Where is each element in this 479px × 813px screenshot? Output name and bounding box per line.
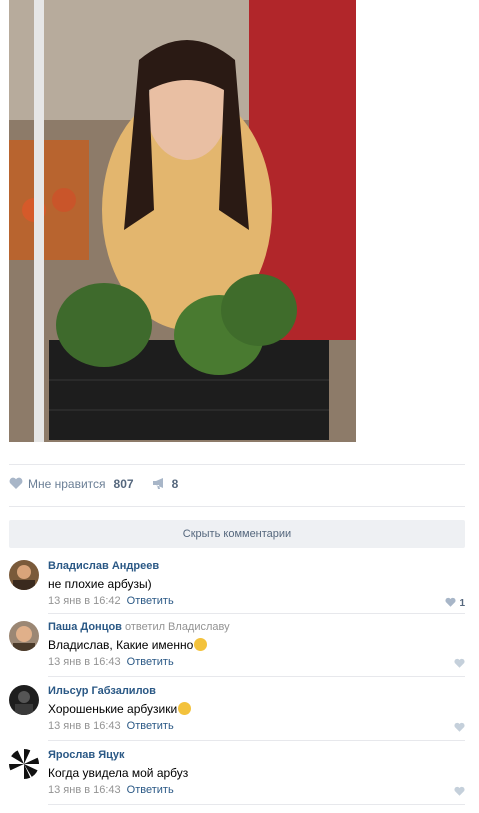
grinning-face-emoji-icon bbox=[178, 702, 192, 715]
comment-like-button[interactable] bbox=[454, 786, 465, 799]
like-label: Мне нравится bbox=[28, 477, 106, 491]
comment-text: не плохие арбузы) bbox=[48, 577, 152, 591]
avatar[interactable] bbox=[9, 685, 39, 715]
divider bbox=[48, 676, 465, 677]
post-photo[interactable] bbox=[9, 0, 356, 442]
heart-icon bbox=[454, 658, 465, 671]
comment-author[interactable]: Владислав Андреев bbox=[48, 560, 465, 573]
reply-link[interactable]: Ответить bbox=[127, 595, 174, 607]
heart-icon bbox=[454, 722, 465, 735]
repost-button[interactable]: 8 bbox=[152, 477, 179, 492]
reply-link[interactable]: Ответить bbox=[127, 784, 174, 796]
confused-face-emoji-icon bbox=[194, 638, 208, 651]
comment-like-count: 1 bbox=[459, 598, 465, 609]
divider bbox=[9, 464, 465, 465]
repost-count: 8 bbox=[171, 477, 179, 491]
heart-icon bbox=[454, 786, 465, 799]
divider bbox=[9, 506, 465, 507]
hide-comments-button[interactable]: Скрыть комментарии bbox=[9, 520, 465, 548]
reply-to-label[interactable]: ответил Владиславу bbox=[125, 621, 230, 633]
like-count: 807 bbox=[113, 477, 134, 491]
avatar[interactable] bbox=[9, 560, 39, 590]
reply-link[interactable]: Ответить bbox=[127, 656, 174, 668]
comment-like-button[interactable] bbox=[454, 722, 465, 735]
like-button[interactable]: Мне нравится 807 bbox=[9, 477, 134, 492]
comment-date[interactable]: 13 янв в 16:42 bbox=[48, 595, 121, 607]
avatar[interactable] bbox=[9, 749, 39, 779]
avatar[interactable] bbox=[9, 621, 39, 651]
comment-like-button[interactable]: 1 bbox=[445, 597, 465, 610]
comment-item: Владислав Андреев не плохие арбузы) 13 я… bbox=[9, 560, 465, 624]
post-actions: Мне нравится 807 8 bbox=[9, 474, 196, 494]
heart-icon bbox=[9, 477, 23, 492]
comment-text: Владислав, Какие именно bbox=[48, 638, 194, 652]
comment-author[interactable]: Ильсур Габзалилов bbox=[48, 685, 465, 698]
comment-author[interactable]: Паша Донцов bbox=[48, 621, 122, 633]
comment-date[interactable]: 13 янв в 16:43 bbox=[48, 720, 121, 732]
heart-icon bbox=[445, 597, 456, 610]
comment-date[interactable]: 13 янв в 16:43 bbox=[48, 656, 121, 668]
divider bbox=[48, 804, 465, 805]
reply-link[interactable]: Ответить bbox=[127, 720, 174, 732]
comment-text: Хорошенькие арбузики bbox=[48, 702, 178, 716]
divider bbox=[48, 613, 465, 614]
megaphone-icon bbox=[152, 477, 166, 492]
divider bbox=[48, 740, 465, 741]
comment-date[interactable]: 13 янв в 16:43 bbox=[48, 784, 121, 796]
comment-like-button[interactable] bbox=[454, 658, 465, 671]
comment-text: Когда увидела мой арбуз bbox=[48, 766, 189, 780]
comment-author[interactable]: Ярослав Яцук bbox=[48, 749, 465, 762]
